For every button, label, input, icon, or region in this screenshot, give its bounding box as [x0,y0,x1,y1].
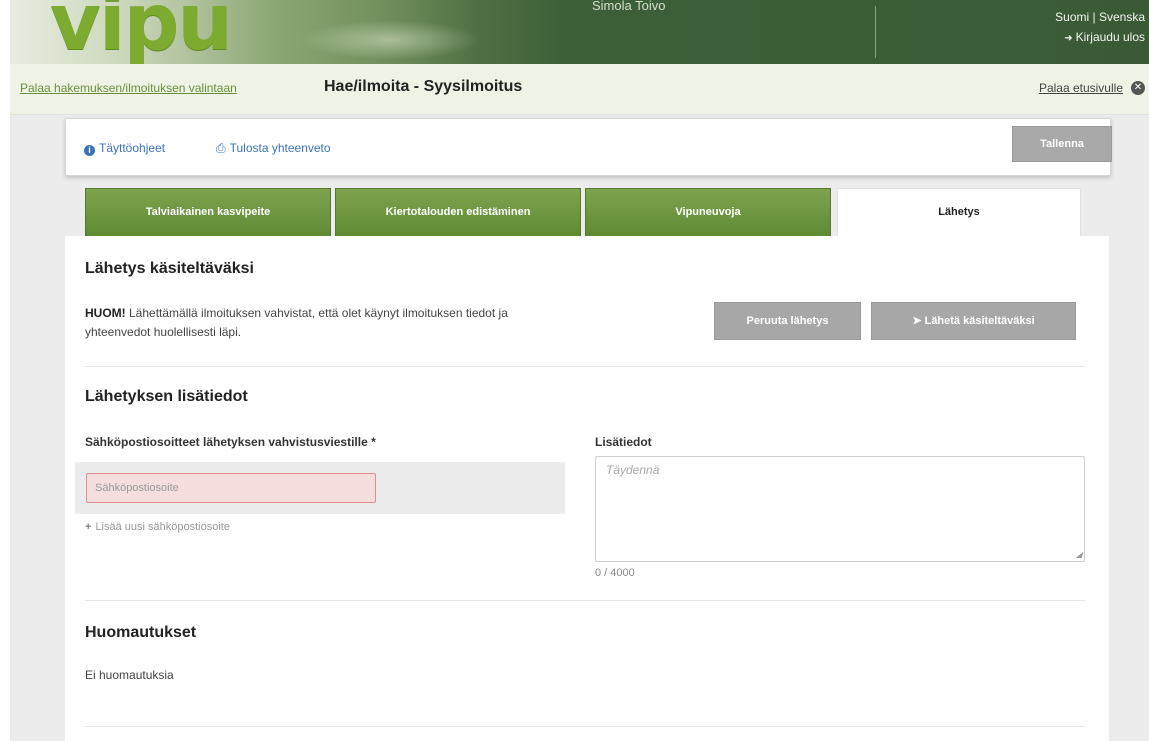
add-email-link[interactable]: + Lisää uusi sähköpostiosoite [85,521,230,533]
app-frame: vipu Simola Toivo Suomi | Svenska ➜ Kirja… [10,0,1149,741]
extra-info-label: Lisätiedot [595,435,652,449]
email-label: Sähköpostiosoitteet lähetyksen vahvistus… [85,435,376,449]
back-to-selection-link[interactable]: Palaa hakemuksen/ilmoituksen valintaan [20,81,237,95]
print-summary-link[interactable]: ⎙ Tulosta yhteenveto [216,141,331,156]
remarks-text: Ei huomautuksia [85,668,174,682]
close-circle-icon[interactable]: ✕ [1131,81,1145,95]
resize-handle-icon[interactable]: ◢ [1076,550,1082,559]
extra-info-heading: Lähetyksen lisätiedot [85,388,248,405]
save-button[interactable]: Tallenna [1012,126,1112,162]
section-divider [85,366,1085,367]
instructions-link[interactable]: i Täyttöohjeet [84,141,165,156]
printer-icon: ⎙ [216,141,226,155]
language-switcher[interactable]: Suomi | Svenska [1055,10,1145,24]
toolbar: i Täyttöohjeet ⎙ Tulosta yhteenveto Tallen… [65,118,1112,176]
sub-navigation: Palaa hakemuksen/ilmoituksen valintaan H… [10,64,1149,115]
instructions-label: Täyttöohjeet [99,141,166,155]
tab-circular-economy[interactable]: Kiertotalouden edistäminen [335,188,581,238]
tab-vipuneuvoja[interactable]: Vipuneuvoja [585,188,831,238]
vipu-logo[interactable]: vipu [50,0,233,68]
character-counter: 0 / 4000 [595,567,635,579]
back-to-home-link[interactable]: Palaa etusivulle [1039,81,1123,95]
submission-panel: Lähetys käsiteltäväksi HUOM! Lähettämäll… [65,236,1109,741]
section-divider [85,726,1085,727]
tab-submission[interactable]: Lähetys [837,188,1081,237]
page-title: Hae/ilmoita - Syysilmoitus [324,78,523,95]
logout-link[interactable]: ➜ Kirjaudu ulos [1064,30,1145,44]
info-icon: i [84,145,95,156]
send-for-processing-button[interactable]: ➤ Lähetä käsiteltäväksi [871,302,1076,340]
logout-icon: ➜ [1064,33,1073,44]
note-emphasis: HUOM! [85,306,126,320]
extra-info-placeholder: Täydennä [606,463,660,477]
remarks-heading: Huomautukset [85,624,197,641]
confirmation-note: HUOM! Lähettämällä ilmoituksen vahvistat… [85,304,575,342]
header-banner: vipu Simola Toivo Suomi | Svenska ➜ Kirja… [10,0,1149,68]
send-section-heading: Lähetys käsiteltäväksi [85,260,254,277]
header-divider [875,6,876,58]
logout-label: Kirjaudu ulos [1075,30,1145,44]
tab-winter-cover[interactable]: Talviaikainen kasvipeite [85,188,331,238]
extra-info-textarea[interactable]: Täydennä ◢ [595,456,1085,562]
user-name: Simola Toivo [592,0,666,13]
banner-decoration [300,20,480,60]
print-summary-label: Tulosta yhteenveto [229,141,331,155]
email-field[interactable]: Sähköpostiosoite [86,473,376,503]
section-divider [85,600,1085,601]
send-label: Lähetä käsiteltäväksi [924,315,1035,327]
cancel-submission-button[interactable]: Peruuta lähetys [714,302,861,340]
plus-icon: + [85,521,92,533]
send-icon: ➤ [912,315,925,327]
add-email-label: Lisää uusi sähköpostiosoite [95,521,230,533]
note-text: Lähettämällä ilmoituksen vahvistat, että… [85,306,508,339]
